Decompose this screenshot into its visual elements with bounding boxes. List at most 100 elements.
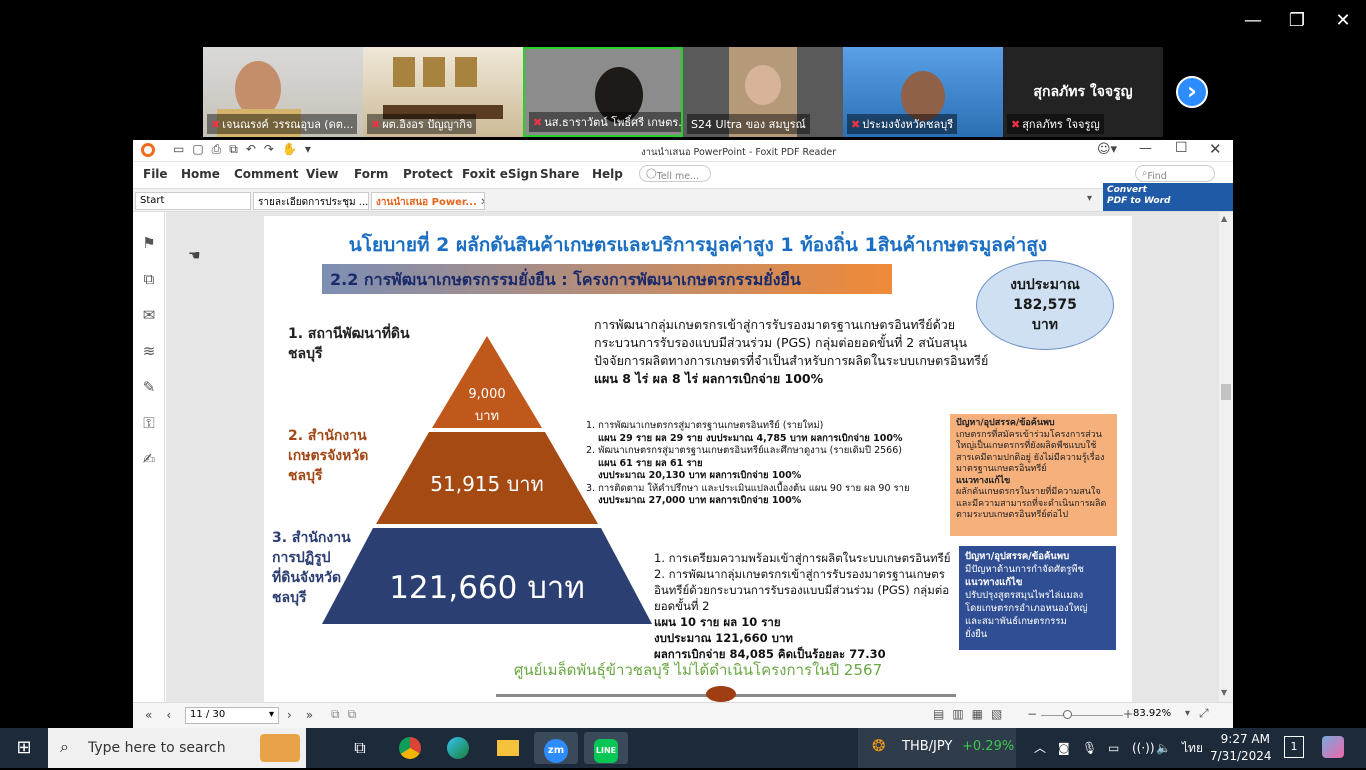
bookmark-icon[interactable]: ⚑ [141, 234, 157, 252]
next-last-page-icons[interactable]: ›» [287, 708, 327, 722]
slide-footer-note: ศูนย์เมล็ดพันธุ์ข้าวชลบุรี ไม่ได้ดำเนินโ… [513, 661, 883, 679]
notification-icon[interactable]: 1 [1284, 736, 1304, 758]
participant-tile[interactable]: สุกลภัทร ใจจรูญ ✖ สุกลภัทร ใจจรูญ [1003, 47, 1163, 137]
quick-access-toolbar: ▭▢⎙⧉↶↷✋▾ งานนำเสนอ PowerPoint - Foxit PD… [133, 140, 1233, 162]
line-app[interactable]: LINE [584, 732, 628, 764]
participant-tile[interactable]: ✖ เจนณรงค์ วรรณอุบล (ดต... [203, 47, 363, 137]
budget-label: งบประมาณ [1010, 277, 1080, 293]
menu-foxit-esign[interactable]: Foxit eSign [462, 167, 538, 181]
input-language[interactable]: ไทย [1182, 728, 1203, 768]
tab-start[interactable]: Start [135, 192, 251, 210]
signature-icon[interactable]: ✍ [141, 450, 157, 468]
clock[interactable]: 9:27 AM 7/31/2024 [1210, 731, 1272, 765]
zoom-dropdown-icon[interactable]: ▾ [1185, 708, 1190, 719]
menu-file[interactable]: File [143, 167, 168, 181]
edge-app[interactable] [436, 732, 480, 764]
wifi-icon[interactable]: ((·)) [1132, 728, 1155, 768]
page-thumbnails-icon[interactable]: ⧉ [141, 270, 157, 288]
scroll-thumb[interactable] [1221, 384, 1231, 400]
edge-icon [447, 737, 469, 759]
minimize-icon[interactable]: — [1139, 141, 1152, 156]
fullscreen-icon[interactable]: ⤢ [1199, 706, 1209, 721]
budget-amount: 182,575 [1013, 297, 1077, 313]
layers-icon[interactable]: ≋ [141, 342, 157, 360]
zoom-out-icon[interactable]: − [1027, 707, 1037, 721]
taskbar-search-box[interactable]: ⌕ Type here to search [48, 728, 306, 768]
mic-muted-icon: ✖ [1011, 118, 1021, 131]
menu-view[interactable]: View [306, 167, 338, 181]
pyramid-bottom-label: 121,660 บาท [389, 570, 585, 606]
face [745, 65, 781, 105]
foxit-window: ▭▢⎙⧉↶↷✋▾ งานนำเสนอ PowerPoint - Foxit PD… [133, 140, 1233, 728]
menu-comment[interactable]: Comment [234, 167, 298, 181]
find-input[interactable]: ⌕ Find [1135, 165, 1215, 182]
zoom-level[interactable]: 83.92% [1133, 708, 1171, 719]
toolbar-icons[interactable]: ▭▢⎙⧉↶↷✋▾ [173, 142, 319, 157]
close-icon[interactable]: ✕ [1209, 140, 1222, 158]
participant-tile[interactable]: S24 Ultra ของ สมบูรณ์ [683, 47, 843, 137]
scroll-down-icon[interactable]: ▼ [1221, 688, 1227, 697]
participant-tile[interactable]: ✖ ผต.อิงอร ปัญญากิจ [363, 47, 523, 137]
zoom-in-icon[interactable]: + [1123, 707, 1133, 721]
menu-protect[interactable]: Protect [403, 167, 453, 181]
pyramid-top-label: 9,000 บาท [468, 387, 506, 424]
zoom-app[interactable]: zm [534, 732, 578, 764]
participant-tile[interactable]: ✖ ประมงจังหวัดชลบุรี [843, 47, 1003, 137]
security-lock-icon[interactable]: ⚿ [141, 414, 157, 432]
chrome-app[interactable] [388, 732, 432, 764]
portrait-frame [393, 57, 415, 87]
page-number-input[interactable]: 11 / 30 ▾ [185, 707, 279, 724]
windows-taskbar: ⊞ ⌕ Type here to search ⧉ zm LINE ❂ THB/… [0, 728, 1366, 768]
stock-widget[interactable]: ❂ THB/JPY +0.29% [858, 728, 1016, 768]
task-view-icon[interactable]: ⧉ [338, 732, 382, 764]
vertical-scrollbar[interactable]: ▲ ▼ [1219, 212, 1233, 702]
next-participants-arrow-icon[interactable]: › [1176, 76, 1208, 108]
show-hidden-icons[interactable]: ︿ [1034, 728, 1046, 768]
comments-icon[interactable]: ✉ [141, 306, 157, 324]
copilot-icon[interactable] [1322, 736, 1344, 758]
portrait-frame [423, 57, 445, 87]
close-tab-icon[interactable]: ✕ [480, 197, 484, 208]
menu-form[interactable]: Form [354, 167, 388, 181]
account-icon[interactable]: ☺▾ [1097, 142, 1117, 157]
close-icon[interactable]: ✕ [1330, 8, 1356, 34]
menu-share[interactable]: Share [540, 167, 579, 181]
tell-me-input[interactable]: ◯ Tell me... [639, 165, 711, 182]
line-icon: LINE [594, 739, 618, 763]
layout-mode-icons[interactable]: ▤▥▦▧ [933, 707, 1010, 721]
windows-start-icon[interactable]: ⊞ [2, 732, 46, 764]
chrome-icon [399, 737, 421, 759]
tab-meeting-details[interactable]: รายละเอียดการประชุม ... [253, 192, 369, 210]
tab-list-dropdown-icon[interactable]: ▾ [1087, 193, 1092, 204]
search-icon: ⌕ [60, 737, 69, 756]
zoom-slider[interactable] [1041, 715, 1123, 716]
search-placeholder: Type here to search [88, 740, 226, 756]
menu-help[interactable]: Help [592, 167, 623, 181]
attachments-icon[interactable]: ✎ [141, 378, 157, 396]
level-3-description: 1. การเตรียมความพร้อมเข้าสู่การผลิตในระบ… [654, 551, 951, 661]
camera-icon[interactable]: ◙ [1058, 728, 1070, 768]
participant-name: ✖ เจนณรงค์ วรรณอุบล (ดต... [207, 114, 358, 134]
level-1-description: การพัฒนากลุ่มเกษตรกรเข้าสู่การรับรองมาตร… [594, 317, 989, 386]
menu-home[interactable]: Home [181, 167, 220, 181]
mic-muted-icon: ✖ [371, 118, 381, 131]
restore-icon[interactable]: ❐ [1284, 8, 1310, 34]
microphone-icon[interactable]: 🎙 [1082, 728, 1097, 768]
battery-icon[interactable]: ▭ [1108, 728, 1119, 768]
foxit-logo-icon [141, 143, 155, 157]
participant-name: S24 Ultra ของ สมบูรณ์ [687, 114, 810, 134]
scroll-up-icon[interactable]: ▲ [1221, 214, 1227, 223]
hand-tool-cursor-icon: ☚ [188, 248, 201, 264]
participant-tile-active-speaker[interactable]: ✖ นส.ธาราวัตน์ โพธิ์ศรี เกษตร... [523, 47, 683, 137]
minimize-icon[interactable]: — [1240, 8, 1266, 34]
participant-big-name: สุกลภัทร ใจจรูญ [1033, 84, 1133, 100]
convert-pdf-to-word-button[interactable]: Convert PDF to Word [1103, 183, 1233, 211]
maximize-icon[interactable]: ☐ [1175, 140, 1188, 156]
tab-presentation[interactable]: งานนำเสนอ Power... ✕ [371, 192, 485, 210]
zoom-slider-thumb[interactable] [1063, 710, 1072, 719]
first-prev-page-icons[interactable]: «‹ [145, 708, 185, 722]
volume-icon[interactable]: 🔈 [1156, 728, 1171, 768]
page-view-icons[interactable]: ⧉⧉ [331, 707, 364, 722]
document-viewer[interactable]: ☚ นโยบายที่ 2 ผลักดันสินค้าเกษตรและบริกา… [166, 212, 1219, 702]
file-explorer-app[interactable] [486, 732, 530, 764]
